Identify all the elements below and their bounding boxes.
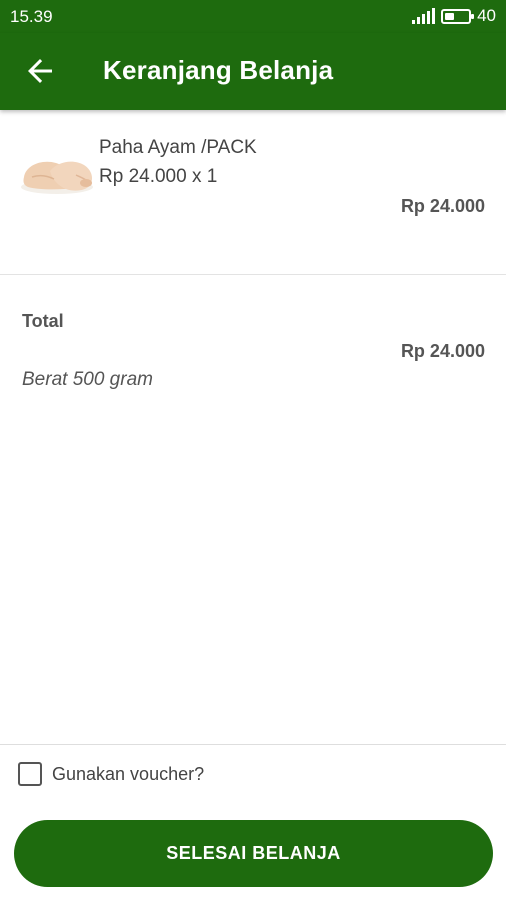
item-subtotal: Rp 24.000 (400, 196, 485, 216)
battery-level (445, 12, 455, 20)
status-time: 15.39 (10, 7, 53, 26)
back-button[interactable] (22, 53, 58, 89)
battery-percent: 40 (477, 6, 496, 25)
total-weight: Berat 500 gram (22, 369, 153, 390)
item-price-qty: Rp 24.000 x 1 (99, 166, 218, 187)
arrow-left-icon (28, 59, 52, 83)
item-name: Paha Ayam /PACK (99, 137, 257, 158)
chicken-thigh-image (21, 161, 93, 194)
cart-item: Paha Ayam /PACK Rp 24.000 x 1 Rp 24.000 (0, 110, 506, 275)
total-amount: Rp 24.000 (400, 341, 485, 361)
total-label: Total (22, 311, 64, 331)
status-bar: 15.39 40 (0, 0, 506, 33)
page-title: Keranjang Belanja (103, 55, 334, 85)
status-indicators: 40 (412, 6, 496, 26)
battery-icon (441, 8, 475, 24)
voucher-label: Gunakan voucher? (52, 763, 205, 784)
app-bar: Keranjang Belanja (0, 33, 506, 110)
voucher-checkbox[interactable]: Gunakan voucher? (18, 762, 204, 786)
checkbox-icon[interactable] (18, 762, 42, 786)
divider (0, 744, 506, 745)
checkout-button[interactable]: SELESAI BELANJA (14, 820, 493, 887)
signal-icon (412, 8, 436, 24)
